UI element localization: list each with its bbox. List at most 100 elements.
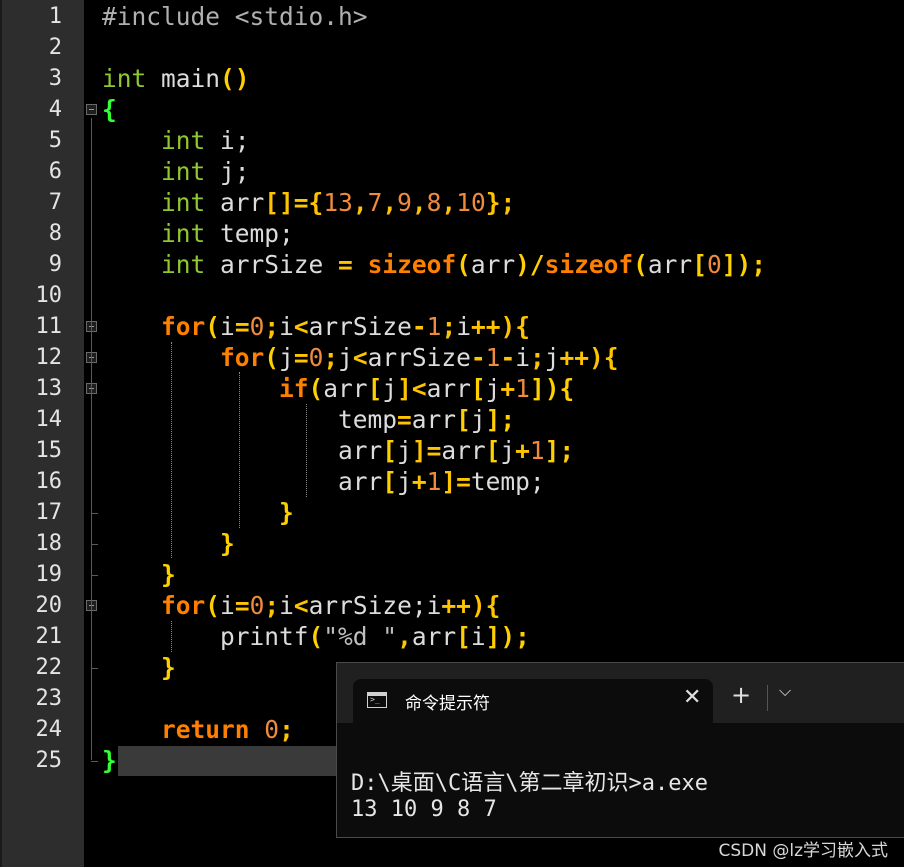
indent-guide [239, 372, 240, 528]
code-line[interactable]: arr[j+1]=temp; [102, 466, 545, 497]
watermark: CSDN @lz学习嵌入式 [718, 841, 888, 861]
code-token: ]= [441, 467, 471, 496]
code-token: j [485, 374, 501, 403]
code-token: - [411, 312, 427, 341]
code-token: )/ [515, 250, 545, 279]
code-token: - [470, 343, 486, 372]
code-token: , [352, 188, 368, 217]
code-token: int [102, 64, 147, 93]
line-number: 1 [48, 4, 62, 29]
code-token: - [500, 343, 516, 372]
fold-toggle-icon[interactable] [86, 104, 97, 115]
line-number: 3 [48, 66, 62, 91]
code-token: [ [382, 436, 398, 465]
terminal-window[interactable]: 命令提示符 ✕ + ⌵ D:\桌面\C语言\第二章初识>a.exe 13 10 … [336, 662, 904, 838]
line-number: 7 [48, 190, 62, 215]
code-token: = [397, 405, 412, 434]
code-token: j [397, 467, 412, 496]
code-token: } [220, 529, 235, 558]
code-line[interactable]: } [102, 652, 176, 683]
code-line[interactable]: int arrSize = sizeof(arr)/sizeof(arr[0])… [102, 249, 766, 280]
line-number: 15 [35, 438, 63, 463]
code-line[interactable]: for(i=0;i<arrSize;i++){ [102, 590, 500, 621]
code-line[interactable]: arr[j]=arr[j+1]; [102, 435, 574, 466]
new-tab-icon[interactable]: + [731, 683, 751, 707]
line-number: 14 [35, 407, 63, 432]
code-token: arr [647, 250, 693, 279]
code-token: arr [426, 374, 471, 403]
code-line[interactable]: #include <stdio.h> [102, 1, 368, 32]
line-number: 24 [35, 717, 63, 742]
code-line[interactable]: } [102, 559, 176, 590]
code-token: temp [338, 405, 398, 434]
code-token: } [161, 560, 176, 589]
code-line[interactable]: for(j=0;j<arrSize-1-i;j++){ [102, 342, 619, 373]
code-token: arrSize [205, 250, 339, 279]
code-line[interactable]: for(i=0;i<arrSize-1;i++){ [102, 311, 530, 342]
code-token: , [382, 188, 398, 217]
code-line[interactable]: return 0; [102, 714, 294, 745]
code-token: i [279, 591, 294, 620]
code-token: ]= [411, 436, 442, 465]
code-line[interactable]: } [102, 497, 294, 528]
code-token: i [456, 312, 471, 341]
code-line[interactable]: { [102, 94, 117, 125]
code-line[interactable]: int temp; [102, 218, 294, 249]
code-token: arr [411, 405, 457, 434]
code-token: arr [411, 622, 457, 651]
chevron-down-icon[interactable]: ⌵ [779, 681, 791, 701]
code-token: [ [456, 405, 471, 434]
code-token: #include <stdio.h> [102, 2, 368, 31]
code-line[interactable]: int main() [102, 63, 250, 94]
code-token: ( [633, 250, 648, 279]
code-token: ]); [485, 622, 530, 651]
code-token: i [470, 622, 486, 651]
code-token: arr [470, 250, 516, 279]
code-token: } [102, 746, 117, 775]
code-line[interactable]: } [102, 528, 235, 559]
code-token: j [397, 436, 412, 465]
code-token: + [411, 467, 427, 496]
code-token: ]; [485, 405, 516, 434]
code-token: [ [367, 374, 383, 403]
code-token: ++){ [559, 343, 619, 372]
code-token: return [161, 715, 250, 744]
terminal-tab[interactable]: 命令提示符 ✕ [353, 679, 713, 723]
code-token: printf [220, 622, 309, 651]
code-token: [ [470, 374, 486, 403]
code-line[interactable]: int j; [102, 156, 250, 187]
code-token: ]){ [529, 374, 575, 403]
code-token: ]< [397, 374, 427, 403]
code-token: int [161, 188, 206, 217]
terminal-titlebar: 命令提示符 ✕ + ⌵ [337, 663, 904, 723]
code-token: [ [485, 436, 501, 465]
terminal-tab-title: 命令提示符 [405, 694, 490, 714]
code-line[interactable]: temp=arr[j]; [102, 404, 515, 435]
code-token: } [279, 498, 294, 527]
close-tab-icon[interactable]: ✕ [683, 685, 701, 710]
code-token: + [515, 436, 530, 465]
code-token: 1 [529, 436, 545, 465]
code-token: [ [456, 622, 471, 651]
code-token: + [500, 374, 516, 403]
indent-guide [171, 621, 172, 652]
code-token: }; [485, 188, 516, 217]
code-token: ( [264, 343, 280, 372]
code-line[interactable]: } [102, 745, 117, 776]
code-token: for [161, 312, 206, 341]
code-line[interactable]: int arr[]={13,7,9,8,10}; [102, 187, 515, 218]
code-line[interactable]: if(arr[j]<arr[j+1]){ [102, 373, 574, 404]
code-token: () [220, 64, 250, 93]
code-line[interactable]: printf("%d ",arr[i]); [102, 621, 530, 652]
code-token: 13 [323, 188, 353, 217]
fold-end-marker [91, 513, 98, 514]
code-line[interactable]: int i; [102, 125, 250, 156]
